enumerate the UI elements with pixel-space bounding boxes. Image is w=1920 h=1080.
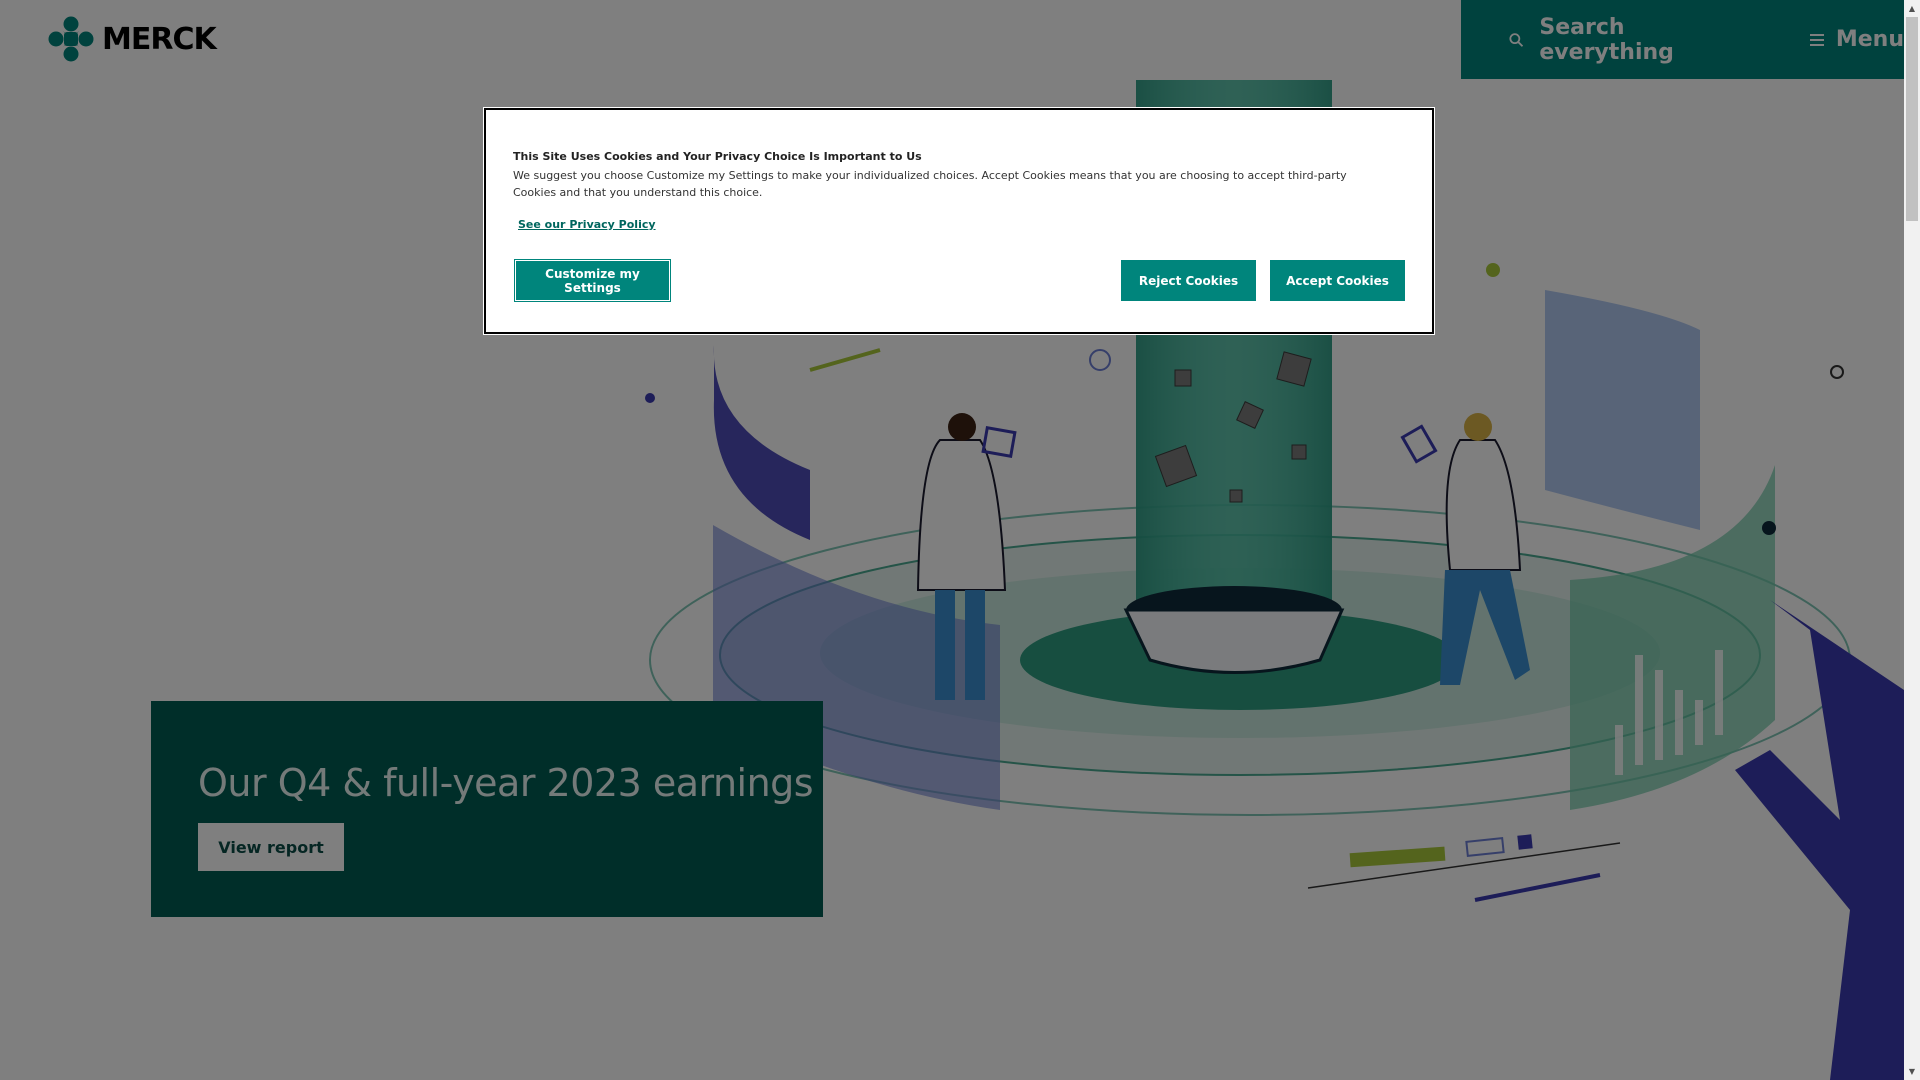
scrollbar-thumb[interactable] [1906, 17, 1918, 221]
vertical-scrollbar[interactable]: ▲ ▼ [1904, 0, 1920, 1080]
customize-settings-button[interactable]: Customize my Settings [514, 259, 671, 302]
cookie-consent-dialog: This Site Uses Cookies and Your Privacy … [483, 107, 1435, 335]
cookie-dialog-body: We suggest you choose Customize my Setti… [513, 169, 1347, 199]
scroll-up-icon[interactable]: ▲ [1904, 0, 1920, 17]
cookie-dialog-title: This Site Uses Cookies and Your Privacy … [513, 150, 922, 163]
scroll-down-icon[interactable]: ▼ [1904, 1063, 1920, 1080]
reject-cookies-button[interactable]: Reject Cookies [1121, 260, 1256, 301]
accept-cookies-button[interactable]: Accept Cookies [1270, 260, 1405, 301]
privacy-policy-link[interactable]: See our Privacy Policy [518, 218, 656, 231]
